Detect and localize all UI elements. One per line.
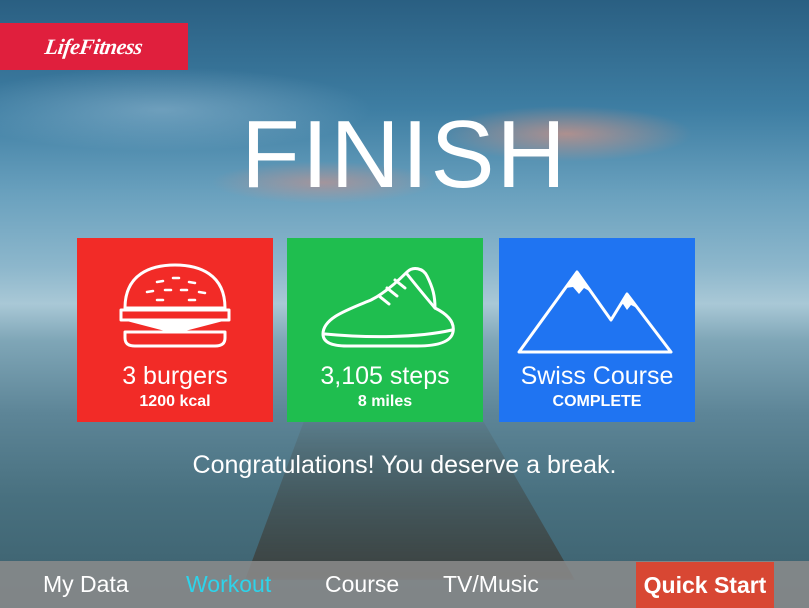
nav-tv-music[interactable]: TV/Music xyxy=(443,561,539,608)
sneaker-icon xyxy=(321,267,455,348)
congratulations-message: Congratulations! You deserve a break. xyxy=(192,451,617,479)
mountain-icon xyxy=(517,270,673,354)
logo-text: LifeFitness xyxy=(43,33,145,59)
burger-icon xyxy=(119,263,231,348)
steps-sub-text: 8 miles xyxy=(357,393,413,410)
quick-start-button[interactable]: Quick Start xyxy=(636,562,774,608)
nav-workout[interactable]: Workout xyxy=(186,561,271,608)
course-main-text: Swiss Course xyxy=(520,362,674,390)
page-title: FINISH xyxy=(241,101,568,208)
life-fitness-logo: LifeFitness xyxy=(0,23,188,70)
calories-tile: 3 burgers 1200 kcal xyxy=(77,238,273,422)
calories-main-text: 3 burgers xyxy=(122,362,228,390)
course-tile: Swiss Course COMPLETE xyxy=(499,238,695,422)
steps-main-text: 3,105 steps xyxy=(320,362,450,390)
steps-tile: 3,105 steps 8 miles xyxy=(287,238,483,422)
nav-course[interactable]: Course xyxy=(325,561,399,608)
calories-sub-text: 1200 kcal xyxy=(139,393,211,410)
course-sub-text: COMPLETE xyxy=(552,393,642,410)
nav-my-data[interactable]: My Data xyxy=(43,561,129,608)
